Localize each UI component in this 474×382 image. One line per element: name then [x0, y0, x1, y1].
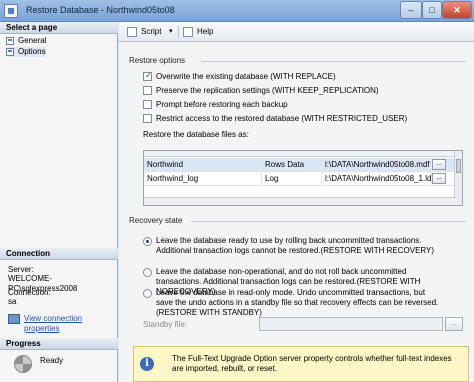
- file-name-cell: Northwind: [144, 158, 262, 172]
- checkbox-label: Overwrite the existing database (WITH RE…: [156, 72, 336, 81]
- table-row[interactable]: Northwind_log Log l:\DATA\Northwind05to0…: [144, 172, 456, 186]
- restore-files-grid[interactable]: Northwind Rows Data l:\DATA\Northwind05t…: [143, 150, 463, 206]
- options-page: Script ▾ Help Restore options Overwrite …: [119, 22, 474, 382]
- help-button[interactable]: Help: [183, 26, 213, 38]
- radio-label: Leave the database in read-only mode. Un…: [156, 288, 439, 317]
- grid-header: [144, 151, 456, 157]
- close-button[interactable]: ✕: [442, 1, 472, 19]
- recovery-option-recovery[interactable]: Leave the database ready to use by rolli…: [143, 236, 443, 256]
- progress-status: Ready: [40, 356, 64, 365]
- grid-horizontal-scrollbar[interactable]: [144, 197, 456, 205]
- page-item-label: General: [18, 36, 47, 45]
- browse-button[interactable]: ...: [432, 159, 446, 170]
- window-title: Restore Database - Northwind05to08: [26, 5, 175, 15]
- page-icon: [6, 37, 14, 45]
- prompt-before-restore-checkbox[interactable]: Prompt before restoring each backup: [143, 100, 288, 110]
- page-item-general[interactable]: General: [6, 36, 46, 46]
- restore-options-label: Restore options: [129, 56, 186, 65]
- view-connection-properties-link[interactable]: View connection properties: [24, 314, 117, 334]
- table-row[interactable]: Northwind Rows Data l:\DATA\Northwind05t…: [144, 158, 456, 172]
- info-bar: i The Full-Text Upgrade Option server pr…: [133, 346, 469, 382]
- standby-file-input[interactable]: [259, 317, 443, 331]
- checkbox-box[interactable]: [143, 100, 152, 109]
- connection-properties-icon: [8, 314, 20, 324]
- standby-browse-button[interactable]: ...: [445, 317, 463, 331]
- title-bar: Restore Database - Northwind05to08 – □ ✕: [0, 0, 474, 22]
- keep-replication-checkbox[interactable]: Preserve the replication settings (WITH …: [143, 86, 379, 96]
- help-label: Help: [197, 27, 214, 36]
- recovery-option-standby[interactable]: Leave the database in read-only mode. Un…: [143, 288, 443, 318]
- file-path-cell[interactable]: l:\DATA\Northwind05to08_1.ldf: [322, 172, 432, 186]
- script-dropdown-icon[interactable]: ▾: [169, 26, 173, 38]
- app-icon: [4, 4, 18, 18]
- restricted-user-checkbox[interactable]: Restrict access to the restored database…: [143, 114, 407, 124]
- minimize-button[interactable]: –: [400, 1, 422, 19]
- script-icon: [127, 27, 137, 37]
- checkbox-box[interactable]: [143, 86, 152, 95]
- select-page-header: Select a page: [0, 22, 118, 34]
- connection-value: sa: [8, 297, 17, 306]
- radio-button[interactable]: [143, 289, 152, 298]
- script-label: Script: [141, 27, 162, 36]
- group-divider: [201, 61, 466, 62]
- help-icon: [183, 27, 193, 37]
- group-divider: [191, 221, 466, 222]
- connection-header: Connection: [0, 248, 118, 260]
- recovery-state-label: Recovery state: [129, 216, 183, 225]
- radio-label: Leave the database ready to use by rolli…: [156, 236, 435, 255]
- file-name-cell: Northwind_log: [144, 172, 262, 186]
- toolbar: Script ▾ Help: [119, 22, 474, 42]
- progress-header: Progress: [0, 338, 118, 350]
- checkbox-label: Restrict access to the restored database…: [156, 114, 408, 123]
- info-icon: i: [140, 357, 154, 371]
- scrollbar-thumb[interactable]: [456, 159, 461, 173]
- checkbox-box[interactable]: [143, 71, 152, 81]
- page-icon: [6, 48, 14, 56]
- overwrite-checkbox[interactable]: Overwrite the existing database (WITH RE…: [143, 71, 336, 82]
- left-pane: Select a page General Options Connection…: [0, 22, 118, 382]
- standby-file-label: Standby file:: [143, 320, 188, 329]
- page-item-options[interactable]: Options: [6, 47, 46, 57]
- maximize-button[interactable]: □: [422, 1, 442, 19]
- browse-button[interactable]: ...: [432, 173, 446, 184]
- radio-button[interactable]: [143, 237, 152, 246]
- radio-button[interactable]: [143, 268, 152, 277]
- checkbox-label: Prompt before restoring each backup: [156, 100, 288, 109]
- checkbox-box[interactable]: [143, 114, 152, 123]
- script-button[interactable]: Script: [127, 26, 161, 38]
- progress-spinner-icon: [14, 355, 32, 373]
- file-type-cell: Rows Data: [262, 158, 322, 172]
- toolbar-separator: [178, 26, 179, 38]
- restore-files-label: Restore the database files as:: [143, 130, 249, 139]
- page-item-label: Options: [18, 47, 46, 56]
- file-path-cell[interactable]: l:\DATA\Northwind05to08.mdf: [322, 158, 432, 172]
- checkbox-label: Preserve the replication settings (WITH …: [156, 86, 379, 95]
- info-text: The Full-Text Upgrade Option server prop…: [172, 354, 452, 373]
- file-type-cell: Log: [262, 172, 322, 186]
